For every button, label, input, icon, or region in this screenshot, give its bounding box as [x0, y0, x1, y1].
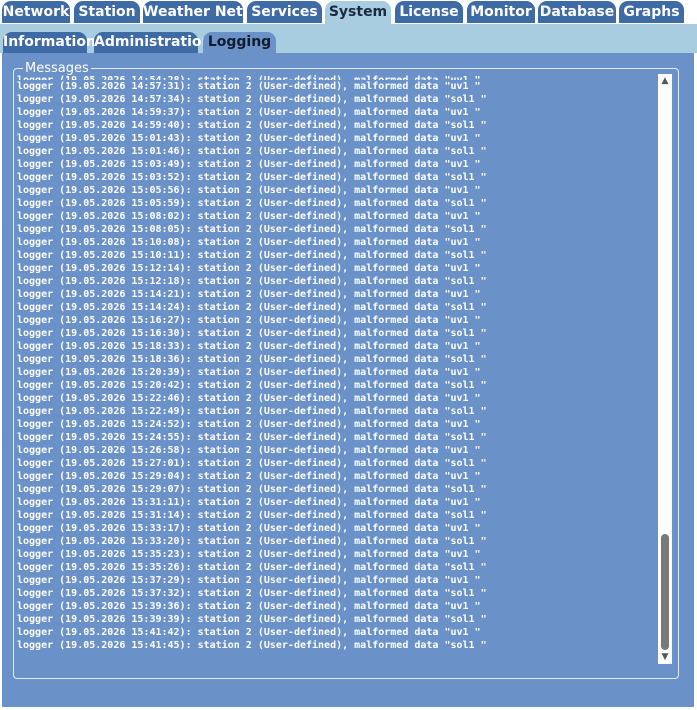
log-line: logger (19.05.2026 15:10:08): station 2 …: [17, 237, 481, 248]
tab-license[interactable]: License: [395, 1, 463, 23]
log-line: logger (19.05.2026 15:22:46): station 2 …: [17, 393, 481, 404]
log-line: logger (19.05.2026 15:37:32): station 2 …: [17, 588, 487, 599]
log-line: logger (19.05.2026 15:37:29): station 2 …: [17, 575, 481, 586]
tab-services[interactable]: Services: [247, 1, 322, 23]
log-line: logger (19.05.2026 15:35:23): station 2 …: [17, 549, 481, 560]
tab-monitor[interactable]: Monitor: [467, 1, 535, 23]
log-line: logger (19.05.2026 15:24:52): station 2 …: [17, 419, 481, 430]
tab-system[interactable]: System: [325, 1, 391, 24]
log-line: logger (19.05.2026 14:57:34): station 2 …: [17, 94, 487, 105]
log-line: logger (19.05.2026 15:05:59): station 2 …: [17, 198, 487, 209]
log-line: logger (19.05.2026 15:20:42): station 2 …: [17, 380, 487, 391]
log-line: logger (19.05.2026 14:59:40): station 2 …: [17, 120, 487, 131]
tab-database[interactable]: Database: [538, 1, 616, 23]
scroll-thumb[interactable]: [661, 534, 669, 650]
tab-administration[interactable]: Administration: [94, 32, 211, 53]
log-line: logger (19.05.2026 15:35:26): station 2 …: [17, 562, 487, 573]
tab-graphs[interactable]: Graphs: [619, 1, 684, 23]
log-scrollbar[interactable]: ▲ ▼: [658, 74, 672, 664]
log-line: logger (19.05.2026 15:08:02): station 2 …: [17, 211, 481, 222]
log-line: logger (19.05.2026 14:57:31): station 2 …: [17, 81, 481, 92]
log-line: logger (19.05.2026 15:33:17): station 2 …: [17, 523, 481, 534]
log-line: logger (19.05.2026 15:16:30): station 2 …: [17, 328, 487, 339]
log-line: logger (19.05.2026 15:41:42): station 2 …: [17, 627, 481, 638]
messages-log[interactable]: logger (19.05.2026 14:54:28): station 2 …: [17, 74, 659, 664]
log-line: logger (19.05.2026 15:12:18): station 2 …: [17, 276, 487, 287]
logging-panel: Messages logger (19.05.2026 14:54:28): s…: [2, 53, 694, 707]
log-line: logger (19.05.2026 15:03:52): station 2 …: [17, 172, 487, 183]
log-line: logger (19.05.2026 15:24:55): station 2 …: [17, 432, 487, 443]
log-line: logger (19.05.2026 15:16:27): station 2 …: [17, 315, 481, 326]
log-line: logger (19.05.2026 15:05:56): station 2 …: [17, 185, 481, 196]
log-line: logger (19.05.2026 14:59:37): station 2 …: [17, 107, 481, 118]
log-line: logger (19.05.2026 15:29:04): station 2 …: [17, 471, 481, 482]
log-line: logger (19.05.2026 15:20:39): station 2 …: [17, 367, 481, 378]
log-line: logger (19.05.2026 15:22:49): station 2 …: [17, 406, 487, 417]
tab-logging[interactable]: Logging: [203, 32, 276, 53]
log-line: logger (19.05.2026 15:14:24): station 2 …: [17, 302, 487, 313]
log-line: logger (19.05.2026 15:18:36): station 2 …: [17, 354, 487, 365]
log-line: logger (19.05.2026 15:39:36): station 2 …: [17, 601, 481, 612]
log-line: logger (19.05.2026 15:31:11): station 2 …: [17, 497, 481, 508]
scroll-down-arrow-icon[interactable]: ▼: [658, 650, 672, 664]
tab-information[interactable]: Information: [3, 32, 96, 53]
log-line: logger (19.05.2026 15:12:14): station 2 …: [17, 263, 481, 274]
log-line: logger (19.05.2026 15:31:14): station 2 …: [17, 510, 487, 521]
tab-network[interactable]: Network: [2, 1, 70, 23]
log-line: logger (19.05.2026 15:01:43): station 2 …: [17, 133, 481, 144]
main-tab-bar: Network Station Weather Nets Services Sy…: [0, 0, 697, 24]
log-line: logger (19.05.2026 15:08:05): station 2 …: [17, 224, 487, 235]
log-line: logger (19.05.2026 15:18:33): station 2 …: [17, 341, 481, 352]
log-line: logger (19.05.2026 15:29:07): station 2 …: [17, 484, 487, 495]
log-line: logger (19.05.2026 15:33:20): station 2 …: [17, 536, 487, 547]
log-line: logger (19.05.2026 15:01:46): station 2 …: [17, 146, 487, 157]
log-line: logger (19.05.2026 15:39:39): station 2 …: [17, 614, 487, 625]
log-lines: logger (19.05.2026 14:57:31): station 2 …: [17, 80, 659, 652]
log-line: logger (19.05.2026 15:14:21): station 2 …: [17, 289, 481, 300]
tab-weather-nets[interactable]: Weather Nets: [143, 1, 251, 23]
log-line: logger (19.05.2026 15:26:58): station 2 …: [17, 445, 481, 456]
log-line: logger (19.05.2026 15:27:01): station 2 …: [17, 458, 487, 469]
sub-tab-bar: Information Administration Logging: [0, 24, 697, 53]
log-line: logger (19.05.2026 15:03:49): station 2 …: [17, 159, 481, 170]
scroll-up-arrow-icon[interactable]: ▲: [658, 74, 672, 88]
tab-station[interactable]: Station: [74, 1, 140, 23]
log-line: logger (19.05.2026 15:10:11): station 2 …: [17, 250, 487, 261]
log-line: logger (19.05.2026 15:41:45): station 2 …: [17, 640, 487, 651]
